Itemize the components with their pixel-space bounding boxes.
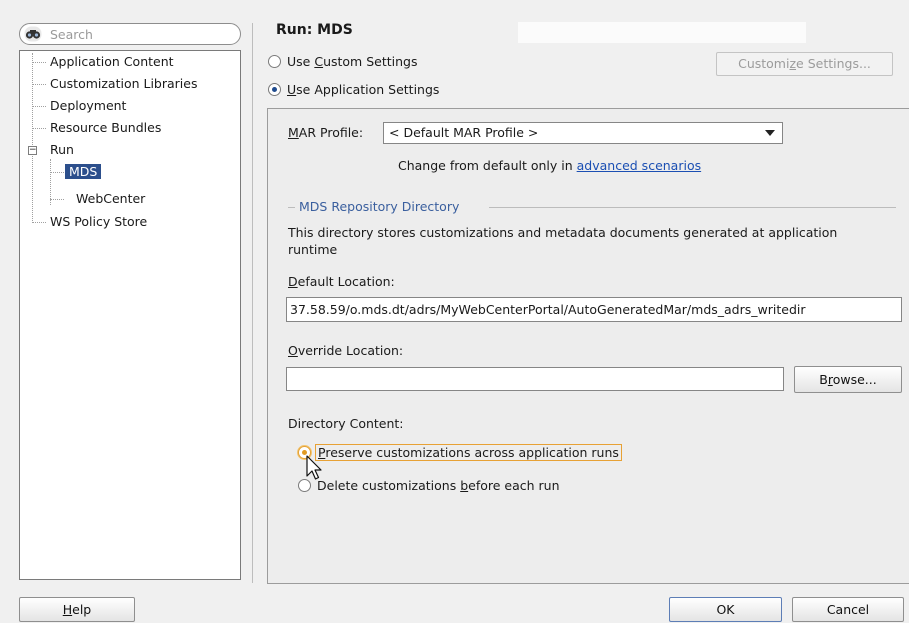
dropdown-arrow-icon [765,130,775,136]
tree-item-mds[interactable]: MDS [65,163,102,181]
radio-label: Use Application Settings [287,82,440,97]
tree-item-label: Application Content [50,54,174,69]
tree-item-label: WS Policy Store [50,214,148,229]
default-location-field[interactable]: 37.58.59/o.mds.dt/adrs/MyWebCenterPortal… [286,297,902,322]
radio-label: Delete customizations before each run [317,478,560,493]
binoculars-icon [24,26,42,42]
section-separator [489,207,896,208]
delete-customizations-radio[interactable]: Delete customizations before each run [298,478,560,493]
use-application-settings-radio[interactable]: Use Application Settings [268,82,439,97]
customize-settings-button[interactable]: Customize Settings... [716,52,893,76]
tree-item-label: Run [50,142,74,157]
advanced-scenarios-link[interactable]: advanced scenarios [577,158,701,173]
search-field[interactable]: Search [19,23,241,45]
tree-connector [50,172,64,173]
help-button[interactable]: Help [19,597,135,622]
title-bar-strip [518,22,806,43]
tree-item-webcenter[interactable]: WebCenter [76,190,145,208]
pane-splitter[interactable] [252,23,253,583]
tree-connector [32,84,46,85]
tree-connector [32,128,46,129]
tree-connector [32,222,46,223]
tree-connector [32,106,46,107]
search-placeholder: Search [50,26,93,42]
use-custom-settings-radio[interactable]: Use Custom Settings [268,54,417,69]
tree-item-deployment[interactable]: Deployment [50,97,126,115]
override-location-field[interactable] [286,367,784,391]
ok-button[interactable]: OK [669,597,782,622]
tree-connector [32,62,46,63]
tree-guide-line [32,53,33,223]
tree-item-application-content[interactable]: Application Content [50,53,174,71]
mar-profile-hint: Change from default only in advanced sce… [398,158,702,173]
tree-item-label: MDS [65,164,102,179]
tree-item-label: Resource Bundles [50,120,162,135]
mouse-pointer-icon [306,455,322,480]
mds-repository-section-title: MDS Repository Directory [299,199,460,214]
page-title: Run: MDS [276,22,353,38]
radio-label: Preserve customizations across applicati… [315,444,622,461]
radio-label: Use Custom Settings [287,54,418,69]
default-location-label: Default Location: [288,274,395,289]
mar-profile-label: MAR Profile: [288,125,364,140]
browse-button[interactable]: Browse... [794,366,902,393]
tree-item-label: Customization Libraries [50,76,198,91]
tree-item-ws-policy-store[interactable]: WS Policy Store [50,213,147,231]
tree-item-customization-libraries[interactable]: Customization Libraries [50,75,198,93]
directory-content-label: Directory Content: [288,416,404,431]
navigation-tree[interactable]: Application Content Customization Librar… [19,50,241,580]
tree-item-run[interactable]: Run [50,141,74,159]
tree-item-resource-bundles[interactable]: Resource Bundles [50,119,161,137]
collapse-icon[interactable]: − [28,146,37,155]
tree-item-label: WebCenter [76,191,146,206]
radio-circle [268,83,281,96]
mar-profile-select[interactable]: < Default MAR Profile > [383,122,783,144]
section-separator [288,207,295,208]
tree-item-label: Deployment [50,98,127,113]
radio-circle [268,55,281,68]
cancel-button[interactable]: Cancel [792,597,904,622]
tree-connector [50,199,64,200]
mds-repository-description: This directory stores customizations and… [288,225,838,257]
override-location-label: Override Location: [288,343,404,358]
mar-profile-value: < Default MAR Profile > [389,125,539,140]
preserve-customizations-radio[interactable]: Preserve customizations across applicati… [298,444,622,461]
